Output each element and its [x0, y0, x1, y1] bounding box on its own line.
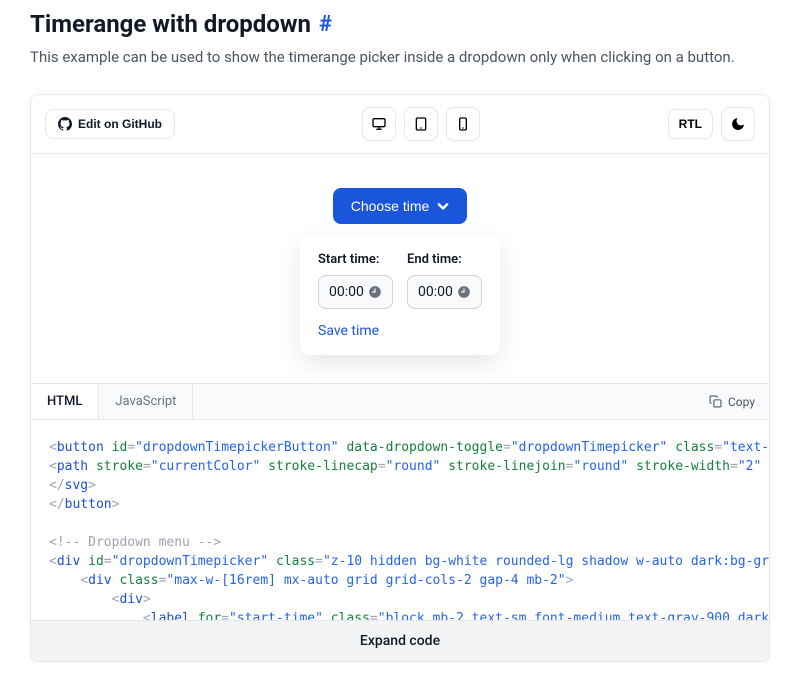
- desktop-icon: [371, 116, 387, 132]
- heading-text: Timerange with dropdown: [30, 10, 311, 38]
- toolbar: Edit on GitHub RTL: [31, 95, 769, 154]
- choose-time-label: Choose time: [351, 198, 430, 214]
- choose-time-button[interactable]: Choose time: [333, 188, 468, 224]
- tab-javascript[interactable]: JavaScript: [99, 384, 193, 419]
- end-time-value: 00:00: [418, 284, 453, 300]
- expand-code-button[interactable]: Expand code: [31, 620, 769, 661]
- copy-button[interactable]: Copy: [695, 385, 769, 419]
- viewport-tablet-button[interactable]: [404, 107, 438, 141]
- code-tabs: HTML JavaScript Copy: [31, 383, 769, 420]
- mobile-icon: [455, 116, 471, 132]
- viewport-mobile-button[interactable]: [446, 107, 480, 141]
- chevron-down-icon: [437, 200, 449, 212]
- end-time-label: End time:: [407, 252, 482, 267]
- copy-icon: [709, 395, 722, 408]
- moon-icon: [730, 116, 746, 132]
- edit-on-github-button[interactable]: Edit on GitHub: [45, 109, 175, 139]
- start-time-label: Start time:: [318, 252, 393, 267]
- clock-icon: [368, 285, 382, 299]
- tablet-icon: [413, 116, 429, 132]
- clock-icon: [457, 285, 471, 299]
- preview-area: Choose time Start time: 00:00 End time: …: [31, 154, 769, 383]
- copy-label: Copy: [728, 395, 755, 409]
- anchor-link[interactable]: #: [319, 12, 332, 37]
- start-time-value: 00:00: [329, 284, 364, 300]
- save-time-button[interactable]: Save time: [318, 323, 482, 339]
- edit-on-github-label: Edit on GitHub: [78, 117, 162, 131]
- page-title: Timerange with dropdown #: [30, 10, 770, 38]
- rtl-toggle-button[interactable]: RTL: [668, 109, 713, 139]
- start-time-input[interactable]: 00:00: [318, 275, 393, 309]
- example-panel: Edit on GitHub RTL Choose time: [30, 94, 770, 662]
- tab-html[interactable]: HTML: [31, 384, 99, 419]
- dark-mode-toggle-button[interactable]: [721, 107, 755, 141]
- description: This example can be used to show the tim…: [30, 48, 770, 66]
- code-block: <button id="dropdownTimepickerButton" da…: [31, 420, 769, 620]
- end-time-input[interactable]: 00:00: [407, 275, 482, 309]
- timepicker-dropdown: Start time: 00:00 End time: 00:00 Save t…: [300, 236, 500, 355]
- viewport-desktop-button[interactable]: [362, 107, 396, 141]
- github-icon: [58, 117, 72, 131]
